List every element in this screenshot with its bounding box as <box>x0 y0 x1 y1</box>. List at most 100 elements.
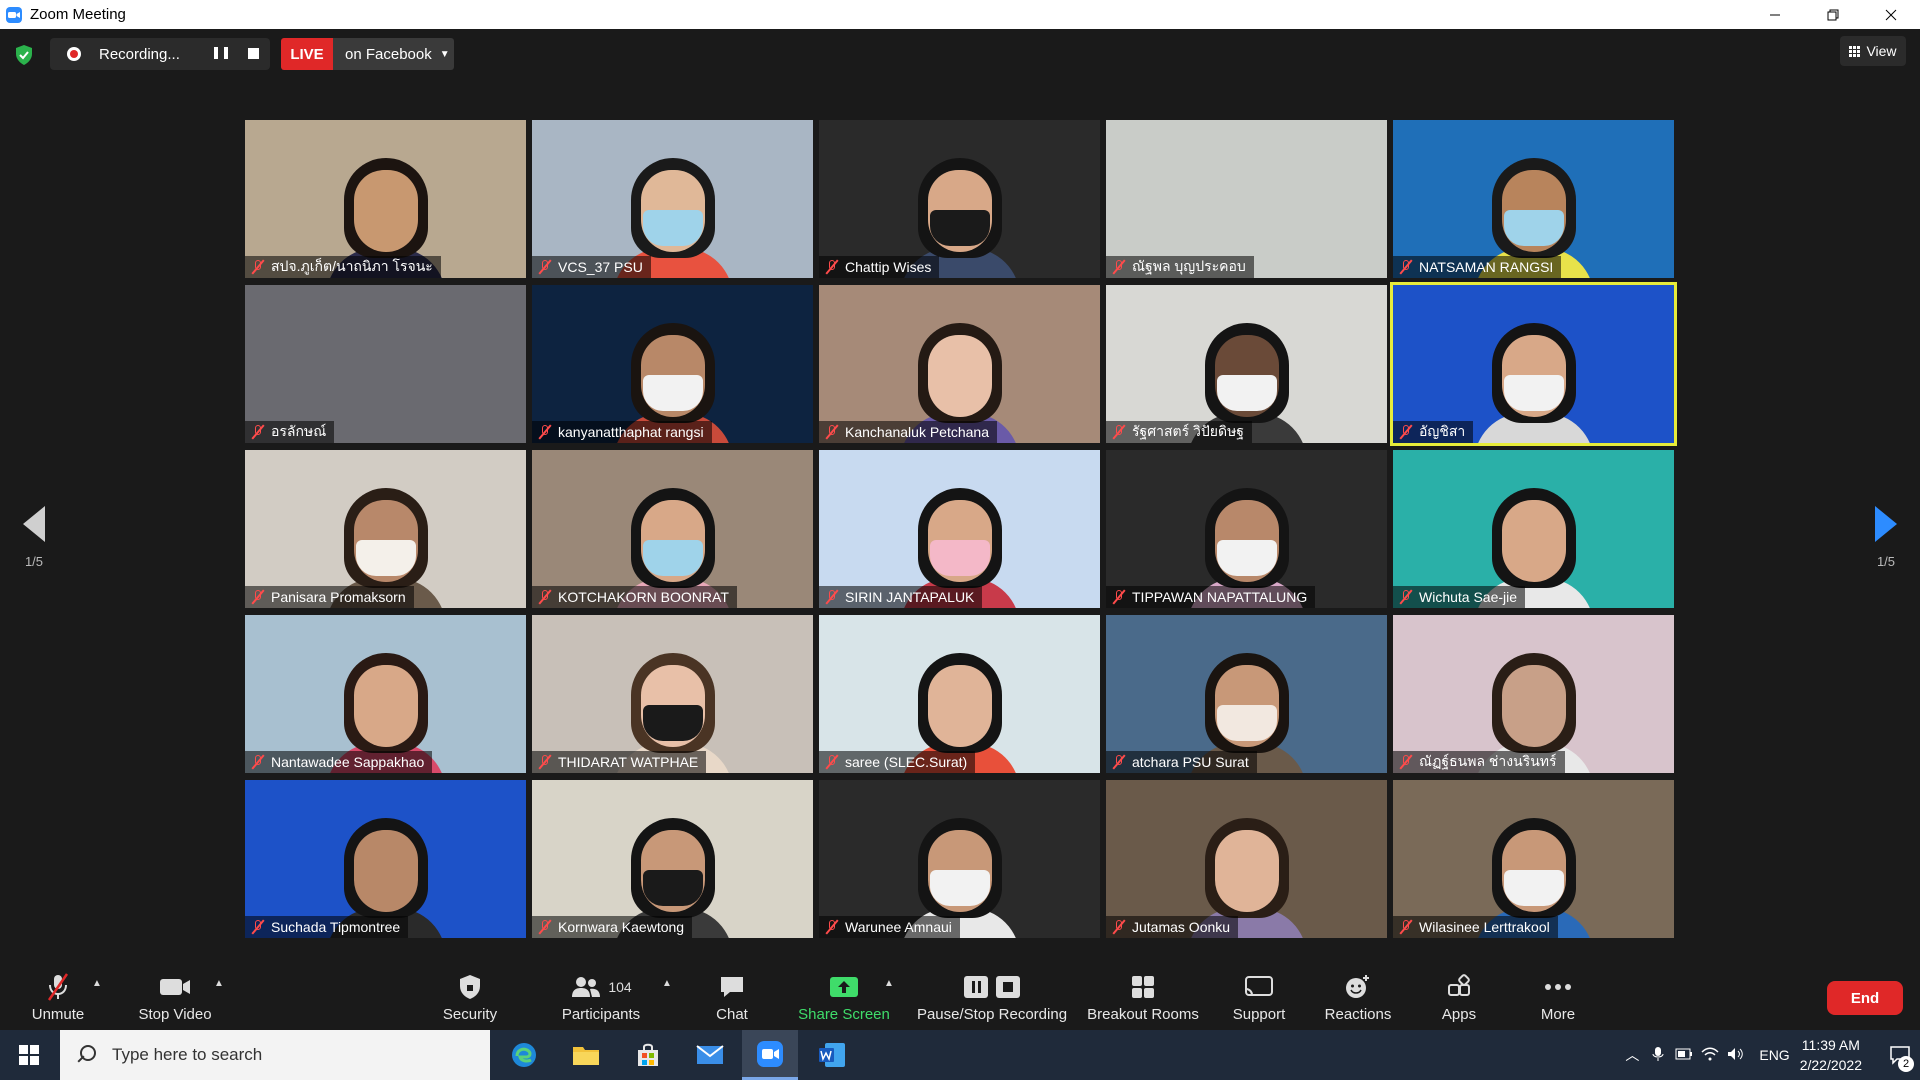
participant-tile[interactable]: Nantawadee Sappakhao <box>245 615 526 773</box>
participant-nameplate: ณัฏฐ์ธนพล ช่างนรินทร์ <box>1393 751 1565 773</box>
pause-recording-icon[interactable] <box>214 47 228 61</box>
next-page-button[interactable]: 1/5 <box>1866 506 1906 569</box>
more-label: More <box>1540 1006 1576 1023</box>
reactions-button[interactable]: Reactions <box>1322 962 1394 1030</box>
security-shield-icon[interactable] <box>14 44 34 66</box>
input-language[interactable]: ENG <box>1759 1047 1789 1063</box>
microsoft-store-taskbar-icon[interactable] <box>620 1030 676 1080</box>
close-window-button[interactable] <box>1862 0 1920 29</box>
participant-tile[interactable]: ณัฏฐ์ธนพล ช่างนรินทร์ <box>1393 615 1674 773</box>
zoom-taskbar-icon[interactable] <box>742 1030 798 1080</box>
participant-nameplate: VCS_37 PSU <box>532 256 651 278</box>
taskbar-search-box[interactable]: Type here to search <box>60 1030 490 1080</box>
microphone-muted-icon <box>538 424 552 440</box>
clock-date: 2/22/2022 <box>1799 1057 1862 1073</box>
participants-options-caret-icon[interactable]: ▲ <box>662 978 672 989</box>
restore-button[interactable] <box>1804 0 1862 29</box>
participant-tile[interactable]: สปจ.ภูเก็ต/นาถนิภา โรจนะ <box>245 120 526 278</box>
participant-tile[interactable]: KOTCHAKORN BOONRAT <box>532 450 813 608</box>
chevron-up-icon[interactable]: ︿ <box>1619 1045 1645 1065</box>
participant-tile[interactable]: NATSAMAN RANGSI <box>1393 120 1674 278</box>
end-meeting-button[interactable]: End <box>1827 981 1903 1015</box>
microphone-muted-icon <box>1112 424 1126 440</box>
participant-name: Wichuta Sae-jie <box>1419 589 1518 605</box>
pause-stop-recording-button[interactable]: Pause/Stop Recording <box>916 962 1068 1030</box>
microphone-muted-icon <box>825 589 839 605</box>
live-destination-dropdown[interactable]: on Facebook ▼ <box>333 38 454 70</box>
live-destination-label: on Facebook <box>345 45 432 63</box>
participant-tile[interactable]: THIDARAT WATPHAE <box>532 615 813 773</box>
participant-tile[interactable]: อรลักษณ์ <box>245 285 526 443</box>
recording-dot-icon <box>67 47 81 61</box>
participant-nameplate: Panisara Promaksorn <box>245 586 414 608</box>
participant-tile[interactable]: อัญชิสา <box>1390 282 1677 446</box>
more-button[interactable]: More <box>1534 962 1582 1030</box>
participant-tile[interactable]: Warunee Amnaui <box>819 780 1100 938</box>
support-button[interactable]: Support <box>1230 962 1288 1030</box>
stop-recording-icon[interactable] <box>248 48 259 59</box>
apps-button[interactable]: Apps <box>1434 962 1484 1030</box>
audio-options-caret-icon[interactable]: ▲ <box>92 978 102 989</box>
stop-video-button[interactable]: Stop Video <box>134 962 216 1030</box>
system-tray: ︿ ENG 11:39 AM 2/22/2022 2 <box>1619 1030 1920 1080</box>
shield-icon <box>458 970 482 1004</box>
microphone-icon[interactable] <box>1645 1046 1671 1065</box>
participant-tile[interactable]: Chattip Wises <box>819 120 1100 278</box>
participant-tile[interactable]: VCS_37 PSU <box>532 120 813 278</box>
participant-tile[interactable]: Wichuta Sae-jie <box>1393 450 1674 608</box>
participant-tile[interactable]: atchara PSU Surat <box>1106 615 1387 773</box>
participant-name: NATSAMAN RANGSI <box>1419 259 1554 275</box>
participant-tile[interactable]: Kanchanaluk Petchana <box>819 285 1100 443</box>
battery-icon[interactable] <box>1671 1047 1697 1063</box>
previous-page-button[interactable]: 1/5 <box>14 506 54 569</box>
security-button[interactable]: Security <box>440 962 500 1030</box>
grid-view-icon <box>1849 45 1861 57</box>
participant-tile[interactable]: รัฐศาสตร์ วิปัยดิษฐ <box>1106 285 1387 443</box>
taskbar-clock[interactable]: 11:39 AM 2/22/2022 <box>1800 1035 1862 1075</box>
participant-name: อรลักษณ์ <box>271 423 327 439</box>
view-button[interactable]: View <box>1840 36 1906 66</box>
zoom-logo-icon <box>6 6 22 23</box>
search-icon <box>74 1043 98 1067</box>
microphone-muted-icon <box>538 259 552 275</box>
unmute-button[interactable]: Unmute <box>26 962 90 1030</box>
word-taskbar-icon[interactable] <box>804 1030 860 1080</box>
apps-icon <box>1446 970 1472 1004</box>
file-explorer-taskbar-icon[interactable] <box>558 1030 614 1080</box>
participant-tile[interactable]: Panisara Promaksorn <box>245 450 526 608</box>
page-indicator-left: 1/5 <box>24 554 44 569</box>
edge-browser-taskbar-icon[interactable] <box>496 1030 552 1080</box>
breakout-rooms-label: Breakout Rooms <box>1087 1006 1199 1023</box>
participant-tile[interactable]: Kornwara Kaewtong <box>532 780 813 938</box>
participant-name: atchara PSU Surat <box>1132 754 1249 770</box>
start-button[interactable] <box>0 1030 58 1080</box>
participant-nameplate: สปจ.ภูเก็ต/นาถนิภา โรจนะ <box>245 256 441 278</box>
share-screen-button[interactable]: Share Screen <box>798 962 890 1030</box>
participant-tile[interactable]: SIRIN JANTAPALUK <box>819 450 1100 608</box>
speaker-icon[interactable] <box>1723 1047 1749 1064</box>
share-screen-label: Share Screen <box>798 1006 890 1023</box>
chat-button[interactable]: Chat <box>712 962 752 1030</box>
share-options-caret-icon[interactable]: ▲ <box>884 978 894 989</box>
participant-nameplate: SIRIN JANTAPALUK <box>819 586 983 608</box>
participant-tile[interactable]: ณัฐพล บุญประคอบ <box>1106 120 1387 278</box>
participant-tile[interactable]: Suchada Tipmontree <box>245 780 526 938</box>
breakout-rooms-icon <box>1130 970 1156 1004</box>
minimize-button[interactable] <box>1746 0 1804 29</box>
breakout-rooms-button[interactable]: Breakout Rooms <box>1086 962 1200 1030</box>
participant-tile[interactable]: kanyanatthaphat rangsi <box>532 285 813 443</box>
participant-tile[interactable]: TIPPAWAN NAPATTALUNG <box>1106 450 1387 608</box>
mail-taskbar-icon[interactable] <box>682 1030 738 1080</box>
participant-tile[interactable]: Jutamas Oonku <box>1106 780 1387 938</box>
participants-button[interactable]: 104 Participants <box>558 962 644 1030</box>
pause-stop-recording-icon <box>962 970 1022 1004</box>
microphone-muted-icon <box>825 919 839 935</box>
notification-center-button[interactable]: 2 <box>1880 1030 1920 1080</box>
microphone-muted-icon <box>251 424 265 440</box>
wifi-icon[interactable] <box>1697 1047 1723 1064</box>
video-options-caret-icon[interactable]: ▲ <box>214 978 224 989</box>
participant-video-figure <box>1473 313 1594 443</box>
participant-tile[interactable]: saree (SLEC.Surat) <box>819 615 1100 773</box>
microphone-muted-icon <box>1399 754 1413 770</box>
participant-tile[interactable]: Wilasinee Lerttrakool <box>1393 780 1674 938</box>
